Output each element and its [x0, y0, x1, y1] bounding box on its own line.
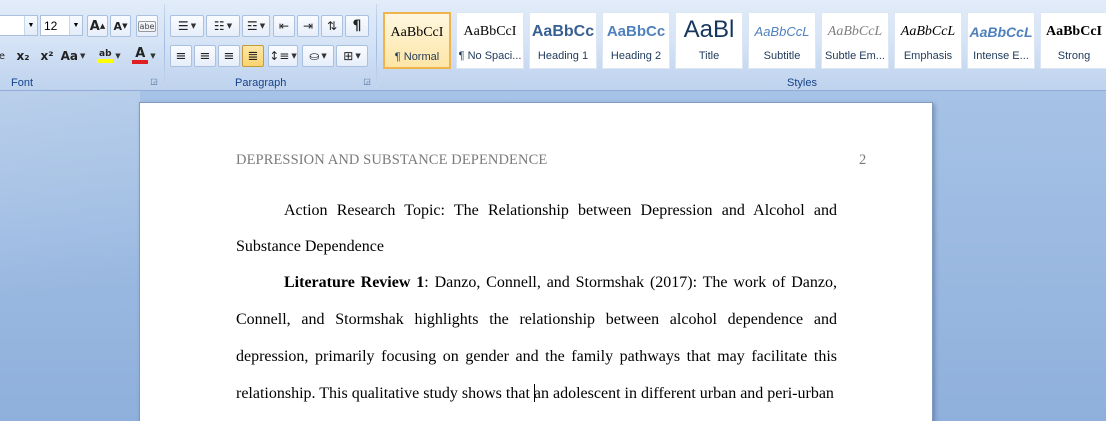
- font-color-icon: A: [132, 47, 149, 64]
- show-formatting-marks-button[interactable]: ¶: [345, 15, 369, 37]
- style-title[interactable]: AaBl Title: [675, 12, 743, 69]
- shading-button[interactable]: ⛀ ▼: [302, 45, 334, 67]
- group-divider: [164, 4, 165, 88]
- style-subtle-emphasis[interactable]: AaBbCcL Subtle Em...: [821, 12, 889, 69]
- borders-button[interactable]: ⊞ ▼: [336, 45, 368, 67]
- style-name: Strong: [1057, 50, 1091, 62]
- align-center-button[interactable]: ≡: [194, 45, 216, 67]
- style-sample: AaBbCcI: [463, 24, 517, 39]
- change-case-button[interactable]: Aa ▼: [60, 45, 86, 67]
- numbering-button[interactable]: ☷ ▼: [206, 15, 240, 37]
- style-name: Subtitle: [763, 50, 801, 62]
- style-name: ¶ No Spaci...: [458, 50, 522, 62]
- styles-gallery: AaBbCcI ¶ Normal AaBbCcI ¶ No Spaci... A…: [383, 12, 1106, 70]
- paragraph-dialog-launcher-icon[interactable]: ◲: [362, 77, 372, 87]
- style-name: Heading 2: [610, 50, 662, 62]
- lit-review-label: Literature Review 1: [284, 274, 425, 291]
- subscript-button[interactable]: x₂: [12, 45, 34, 67]
- topic-line-continued: Substance Dependence: [236, 238, 384, 255]
- style-sample: AaBl: [683, 16, 735, 43]
- lit-review-text: : Danzo, Connell, and Stormshak (2017): …: [424, 274, 838, 291]
- sort-icon: ⇅: [326, 19, 338, 33]
- style-normal[interactable]: AaBbCcI ¶ Normal: [383, 12, 451, 69]
- style-name: ¶ Normal: [394, 51, 440, 63]
- font-size-combo[interactable]: 12 ▼: [40, 15, 83, 36]
- style-sample: AaBbCcI: [1045, 24, 1102, 39]
- style-sample: AaBbCc: [606, 23, 666, 40]
- line-spacing-icon: ↕≡: [269, 49, 290, 63]
- clear-formatting-icon: abe: [137, 20, 157, 32]
- bullets-button[interactable]: ☰ ▼: [170, 15, 204, 37]
- align-left-icon: ≡: [175, 48, 187, 64]
- font-name-combo[interactable]: ▼: [0, 15, 38, 36]
- chevron-down-icon[interactable]: ▼: [69, 16, 82, 35]
- paragraph-group-label: Paragraph: [235, 77, 287, 89]
- document-page[interactable]: DEPRESSION AND SUBSTANCE DEPENDENCE 2 Ac…: [139, 102, 933, 421]
- borders-icon: ⊞: [343, 49, 354, 63]
- style-name: Emphasis: [903, 50, 953, 62]
- justify-button[interactable]: ≣: [242, 45, 264, 67]
- highlight-color-button[interactable]: ab ▼: [92, 45, 126, 67]
- ribbon: ▼ 12 ▼ A ▲ A ▼ abe e x₂ x² Aa ▼ ab ▼ A ▼ Fo…: [0, 0, 1106, 91]
- chevron-down-icon[interactable]: ▼: [24, 16, 37, 35]
- align-left-button[interactable]: ≡: [170, 45, 192, 67]
- style-strong[interactable]: AaBbCcI Strong: [1040, 12, 1106, 69]
- clear-formatting-button[interactable]: abe: [136, 15, 158, 37]
- align-right-icon: ≡: [223, 48, 235, 64]
- style-sample: AaBbCcL: [754, 24, 810, 39]
- style-name: Subtle Em...: [825, 50, 885, 62]
- lit-review-text: relationship. This qualitative study sho…: [236, 385, 534, 402]
- decrease-indent-icon: ⇤: [278, 19, 290, 33]
- style-subtitle[interactable]: AaBbCcL Subtitle: [748, 12, 816, 69]
- line-spacing-button[interactable]: ↕≡ ▼: [268, 45, 298, 67]
- style-sample: AaBbCcL: [969, 24, 1033, 40]
- lit-review-line: Literature Review 1: Danzo, Connell, and…: [236, 273, 837, 293]
- decrease-indent-button[interactable]: ⇤: [273, 15, 295, 37]
- font-dialog-launcher-icon[interactable]: ◲: [149, 77, 159, 87]
- multilevel-list-icon: ☲: [246, 19, 258, 33]
- group-divider: [376, 4, 377, 88]
- align-center-icon: ≡: [199, 48, 211, 64]
- style-name: Heading 1: [537, 50, 589, 62]
- justify-icon: ≣: [247, 48, 259, 64]
- align-right-button[interactable]: ≡: [218, 45, 240, 67]
- document-area[interactable]: DEPRESSION AND SUBSTANCE DEPENDENCE 2 Ac…: [0, 91, 1106, 421]
- style-sample: AaBbCc: [531, 23, 595, 40]
- sort-button[interactable]: ⇅: [321, 15, 343, 37]
- strikethrough-icon: e: [0, 50, 6, 62]
- font-color-button[interactable]: A ▼: [128, 45, 160, 67]
- grow-font-button[interactable]: A ▲: [87, 15, 108, 37]
- style-sample: AaBbCcL: [827, 24, 883, 39]
- page-number: 2: [859, 152, 867, 168]
- lit-review-line: depression, primarily focusing on gender…: [236, 348, 837, 365]
- paint-bucket-icon: ⛀: [309, 49, 320, 63]
- numbering-icon: ☷: [213, 19, 225, 33]
- running-head: DEPRESSION AND SUBSTANCE DEPENDENCE: [236, 152, 548, 168]
- superscript-button[interactable]: x²: [36, 45, 58, 67]
- shrink-font-button[interactable]: A ▼: [110, 15, 131, 37]
- highlighter-icon: ab: [97, 49, 114, 63]
- style-emphasis[interactable]: AaBbCcL Emphasis: [894, 12, 962, 69]
- style-sample: AaBbCcI: [390, 25, 444, 40]
- lit-review-line: Connell, and Stormshak highlights the re…: [236, 311, 837, 328]
- increase-indent-icon: ⇥: [302, 19, 314, 33]
- font-size-value: 12: [44, 18, 58, 33]
- strikethrough-button[interactable]: e: [0, 45, 8, 67]
- styles-group-label: Styles: [787, 77, 817, 89]
- style-sample: AaBbCcL: [900, 24, 956, 39]
- style-name: Intense E...: [973, 50, 1029, 62]
- bullets-icon: ☰: [177, 19, 189, 33]
- increase-indent-button[interactable]: ⇥: [297, 15, 319, 37]
- style-no-spacing[interactable]: AaBbCcI ¶ No Spaci...: [456, 12, 524, 69]
- lit-review-line: relationship. This qualitative study sho…: [236, 384, 837, 404]
- font-group-label: Font: [11, 77, 34, 89]
- style-intense-emphasis[interactable]: AaBbCcL Intense E...: [967, 12, 1035, 69]
- topic-line: Action Research Topic: The Relationship …: [284, 202, 837, 219]
- pilcrow-icon: ¶: [352, 18, 362, 34]
- multilevel-list-button[interactable]: ☲ ▼: [242, 15, 270, 37]
- lit-review-text: an adolescent in different urban and per…: [533, 385, 834, 402]
- style-name: Title: [698, 50, 720, 62]
- style-heading-2[interactable]: AaBbCc Heading 2: [602, 12, 670, 69]
- style-heading-1[interactable]: AaBbCc Heading 1: [529, 12, 597, 69]
